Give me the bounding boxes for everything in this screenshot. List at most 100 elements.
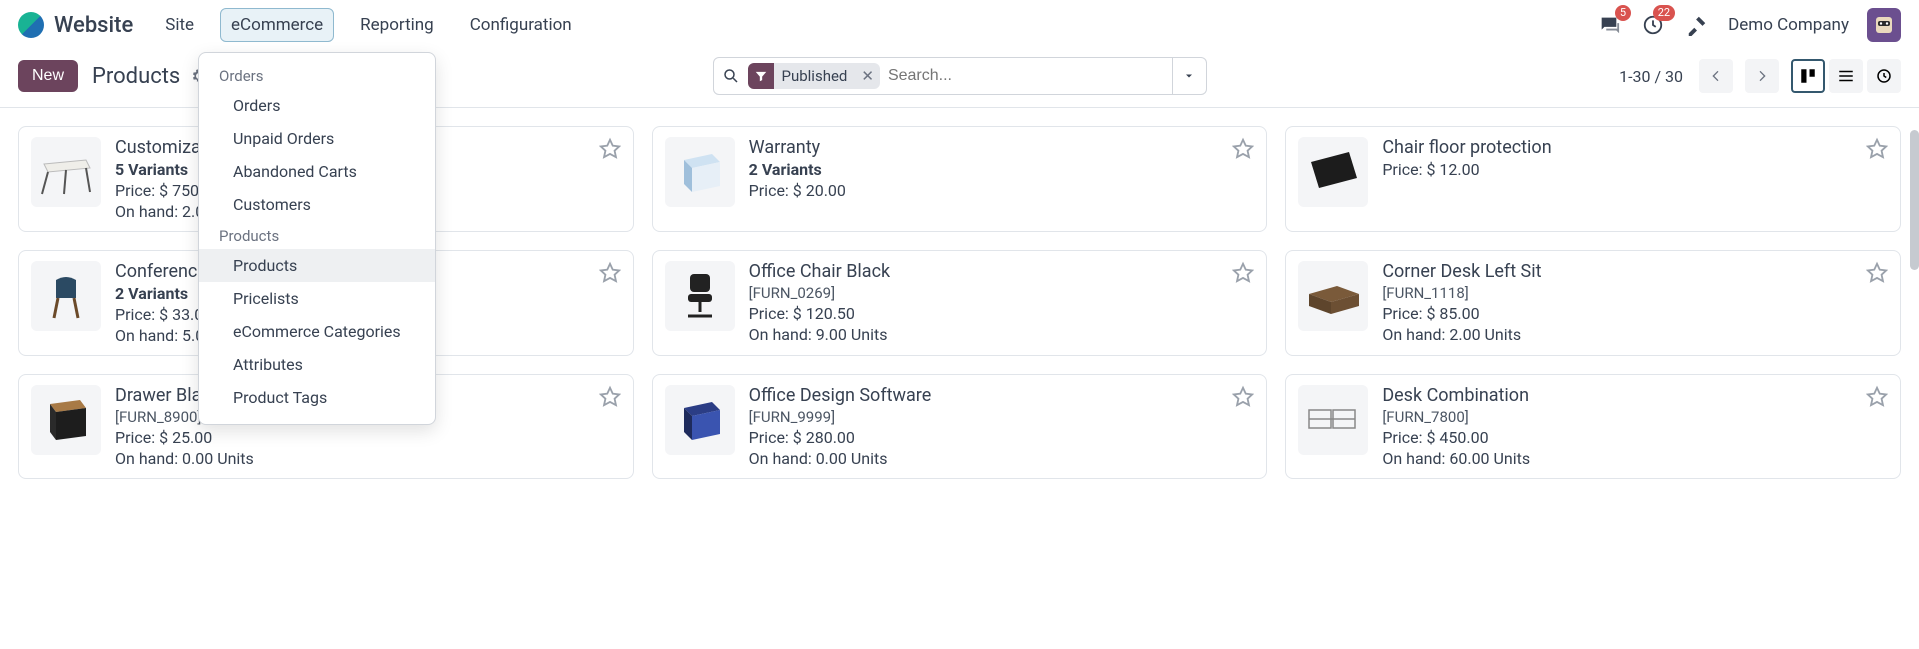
avatar[interactable] — [1867, 8, 1901, 42]
dropdown-item[interactable]: Pricelists — [199, 282, 435, 315]
product-info: Corner Desk Left Sit[FURN_1118]Price: $ … — [1382, 261, 1541, 345]
product-onhand: On hand: 2.00 Units — [1382, 325, 1541, 344]
new-button[interactable]: New — [18, 60, 78, 92]
product-thumbnail — [1298, 261, 1368, 331]
favorite-star[interactable] — [1232, 261, 1254, 283]
product-onhand: On hand: 60.00 Units — [1382, 449, 1530, 468]
star-icon — [599, 385, 621, 407]
product-card[interactable]: Warranty2 VariantsPrice: $ 20.00 — [652, 126, 1268, 232]
company-selector[interactable]: Demo Company — [1728, 15, 1849, 35]
pager-text: 1-30 / 30 — [1619, 67, 1683, 86]
product-onhand: On hand: 0.00 Units — [115, 449, 254, 468]
tools-icon — [1686, 14, 1708, 36]
product-info: Office Chair Black [FURN_0269] Price: $ 12… — [749, 261, 890, 345]
ecommerce-dropdown: OrdersOrdersUnpaid OrdersAbandoned Carts… — [198, 52, 436, 425]
dropdown-item[interactable]: Product Tags — [199, 381, 435, 414]
nav-site[interactable]: Site — [155, 9, 204, 41]
favorite-star[interactable] — [1232, 137, 1254, 159]
star-icon — [1232, 385, 1254, 407]
dropdown-item[interactable]: Products — [199, 249, 435, 282]
product-title: Corner Desk Left Sit — [1382, 261, 1541, 282]
chevron-down-icon — [1183, 70, 1195, 82]
nav-right: 5 22 Demo Company — [1596, 8, 1901, 42]
product-title: Desk Combination — [1382, 385, 1530, 406]
nav-reporting[interactable]: Reporting — [350, 9, 444, 41]
kanban-icon — [1799, 67, 1817, 85]
favorite-star[interactable] — [599, 261, 621, 283]
star-icon — [1866, 261, 1888, 283]
dropdown-section-header: Orders — [199, 61, 435, 89]
nav-configuration[interactable]: Configuration — [460, 9, 582, 41]
nav-ecommerce[interactable]: eCommerce — [220, 8, 334, 42]
dropdown-item[interactable]: eCommerce Categories — [199, 315, 435, 348]
dropdown-item[interactable]: Abandoned Carts — [199, 155, 435, 188]
favorite-star[interactable] — [1866, 261, 1888, 283]
tools-button[interactable] — [1684, 12, 1710, 38]
product-price: Price: $ 12.00 — [1382, 160, 1551, 179]
product-price: Price: $ 120.50 — [749, 304, 890, 323]
search-icon — [722, 67, 740, 85]
dropdown-item[interactable]: Unpaid Orders — [199, 122, 435, 155]
star-icon — [1866, 385, 1888, 407]
filter-icon — [748, 63, 774, 89]
scrollbar[interactable] — [1910, 130, 1919, 270]
search-box[interactable]: Published ✕ — [713, 57, 1173, 95]
product-onhand: On hand: 9.00 Units — [749, 325, 890, 344]
product-sku: [FURN_9999] — [749, 408, 932, 426]
favorite-star[interactable] — [1232, 385, 1254, 407]
product-thumbnail — [1298, 385, 1368, 455]
pager-prev[interactable] — [1699, 59, 1733, 93]
product-sku: [FURN_7800] — [1382, 408, 1530, 426]
favorite-star[interactable] — [599, 137, 621, 159]
product-price: Price: $ 85.00 — [1382, 304, 1541, 323]
product-title: Warranty — [749, 137, 846, 158]
clock-small-icon — [1875, 67, 1893, 85]
activities-button[interactable]: 22 — [1640, 12, 1666, 38]
search-dropdown-toggle[interactable] — [1173, 57, 1207, 95]
product-thumbnail — [665, 385, 735, 455]
product-card[interactable]: Desk Combination[FURN_7800]Price: $ 450.… — [1285, 374, 1901, 479]
product-card[interactable]: Corner Desk Left Sit[FURN_1118]Price: $ … — [1285, 250, 1901, 356]
favorite-star[interactable] — [599, 385, 621, 407]
star-icon — [1232, 261, 1254, 283]
nav-items: Site eCommerce Reporting Configuration — [155, 8, 581, 42]
favorite-star[interactable] — [1866, 137, 1888, 159]
search-wrap: Published ✕ — [713, 57, 1207, 95]
dropdown-item[interactable]: Customers — [199, 188, 435, 221]
view-kanban[interactable] — [1791, 59, 1825, 93]
product-onhand: On hand: 0.00 Units — [749, 449, 932, 468]
product-info: Office Design Software[FURN_9999]Price: … — [749, 385, 932, 468]
filter-chip-published[interactable]: Published ✕ — [748, 63, 880, 89]
chevron-left-icon — [1708, 68, 1724, 84]
product-card[interactable]: Office Chair Black [FURN_0269] Price: $ 12… — [652, 250, 1268, 356]
product-info: Warranty2 VariantsPrice: $ 20.00 — [749, 137, 846, 221]
view-activity[interactable] — [1867, 59, 1901, 93]
product-card[interactable]: Office Design Software[FURN_9999]Price: … — [652, 374, 1268, 479]
product-thumbnail — [665, 137, 735, 207]
search-input[interactable] — [888, 67, 1164, 85]
breadcrumb-text: Products — [92, 64, 180, 89]
dropdown-item[interactable]: Orders — [199, 89, 435, 122]
product-card[interactable]: Chair floor protection Price: $ 12.00 — [1285, 126, 1901, 232]
filter-chip-remove[interactable]: ✕ — [855, 63, 880, 89]
star-icon — [599, 137, 621, 159]
pager-next[interactable] — [1745, 59, 1779, 93]
product-thumbnail — [1298, 137, 1368, 207]
product-sku: [FURN_0269] — [749, 284, 890, 302]
product-thumbnail — [31, 261, 101, 331]
product-info: Chair floor protection Price: $ 12.00 — [1382, 137, 1551, 221]
dropdown-item[interactable]: Attributes — [199, 348, 435, 381]
view-list[interactable] — [1829, 59, 1863, 93]
chat-badge: 5 — [1615, 5, 1631, 21]
favorite-star[interactable] — [1866, 385, 1888, 407]
product-thumbnail — [31, 385, 101, 455]
brand-text: Website — [54, 13, 133, 38]
right-controls: 1-30 / 30 — [1619, 59, 1901, 93]
product-title: Chair floor protection — [1382, 137, 1551, 158]
chat-button[interactable]: 5 — [1596, 12, 1622, 38]
list-icon — [1837, 67, 1855, 85]
brand[interactable]: Website — [18, 12, 133, 38]
activities-badge: 22 — [1653, 5, 1675, 21]
product-title: Office Chair Black — [749, 261, 890, 282]
filter-chip-label: Published — [774, 63, 856, 89]
